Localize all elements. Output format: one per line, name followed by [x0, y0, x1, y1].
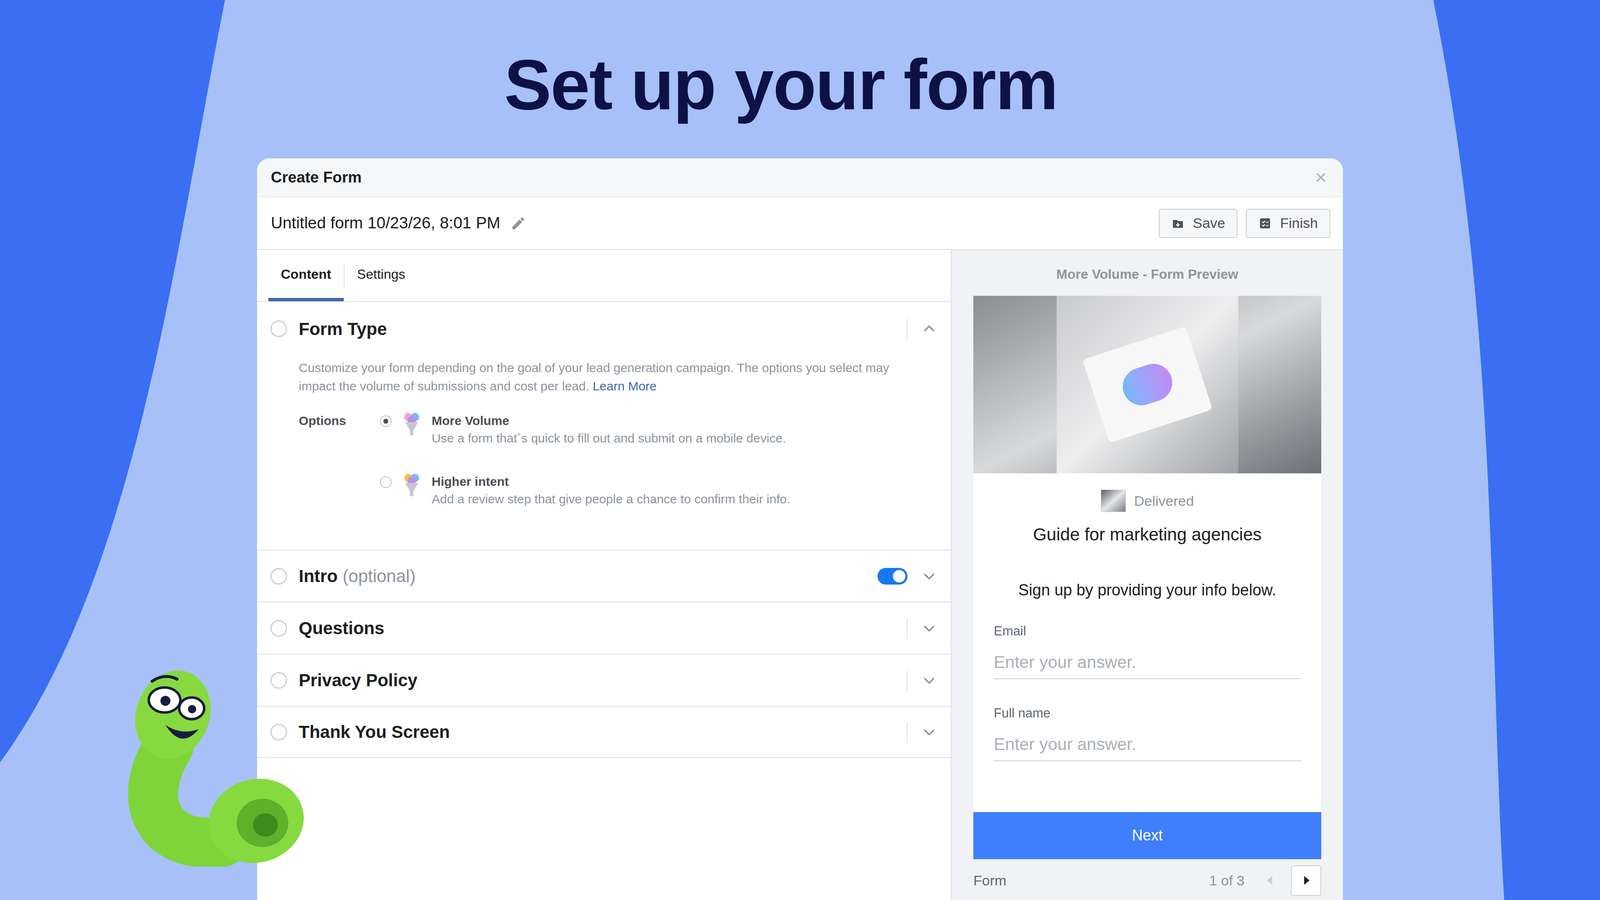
page-counter: 1 of 3: [1209, 870, 1245, 892]
expand-toggle[interactable]: [920, 321, 938, 337]
previous-button[interactable]: [1254, 865, 1285, 896]
previous-arrow-icon: [1264, 875, 1276, 886]
chevron-up-icon: [921, 321, 937, 337]
preview-field[interactable]: Email: [993, 623, 1301, 680]
funnel-icon: [402, 472, 421, 498]
save-button[interactable]: Save: [1158, 208, 1238, 238]
section-status: [270, 567, 288, 585]
tab[interactable]: Settings: [344, 250, 418, 302]
form-type-section: Form TypeCustomize your form depending o…: [257, 302, 951, 550]
options-label: Options: [298, 412, 380, 430]
form-type-option[interactable]: More VolumeUse a form that´s quick to fi…: [380, 412, 791, 448]
preview-field[interactable]: Full name: [993, 705, 1301, 762]
expand-toggle[interactable]: [920, 724, 938, 740]
preview-panel: More Volume - Form Preview Delivered: [950, 250, 1343, 900]
chevron-down-icon: [921, 672, 937, 688]
finish-button[interactable]: Finish: [1245, 208, 1331, 238]
answer-input[interactable]: [993, 733, 1301, 762]
page: Set up your form Create Form × Untitled …: [0, 0, 1600, 900]
option-radio[interactable]: [380, 415, 392, 428]
save-icon: [1171, 216, 1185, 230]
editor-panel: ContentSettings Form TypeCustomize your …: [257, 250, 951, 900]
section-status: [270, 723, 288, 741]
page-heading: Set up your form: [500, 49, 1100, 120]
form-section[interactable]: Thank You Screen: [257, 705, 951, 758]
form-name: Untitled form 10/23/26, 8:01 PM: [270, 210, 501, 236]
section-status: [270, 320, 288, 338]
preview-card: Delivered Guide for marketing agencies S…: [973, 473, 1322, 860]
expand-toggle[interactable]: [920, 672, 938, 688]
form-section[interactable]: Questions: [257, 601, 951, 654]
form-section[interactable]: Intro(optional): [257, 549, 951, 602]
tab-bar: ContentSettings: [257, 250, 951, 303]
tab[interactable]: Content: [268, 250, 344, 302]
funnel-icon: [402, 412, 421, 438]
chevron-down-icon: [921, 724, 937, 740]
form-section[interactable]: Privacy Policy: [257, 653, 951, 706]
chevron-down-icon: [921, 568, 937, 584]
preview-footer: Form 1 of 3: [973, 865, 1322, 896]
next-button[interactable]: Next: [973, 812, 1322, 860]
next-arrow-icon: [1300, 875, 1312, 886]
expand-toggle[interactable]: [920, 568, 938, 584]
title-bar: Create Form ×: [257, 158, 1343, 198]
finish-icon: [1258, 216, 1272, 230]
expand-toggle[interactable]: [920, 620, 938, 636]
section-status: [270, 672, 288, 689]
preview-subtitle: Sign up by providing your info below.: [973, 580, 1322, 600]
pencil-icon[interactable]: [510, 215, 527, 232]
close-button[interactable]: ×: [1312, 167, 1330, 188]
form-name-bar: Untitled form 10/23/26, 8:01 PM SaveFini…: [257, 197, 1343, 250]
option-radio[interactable]: [380, 476, 392, 488]
window-title: Create Form: [270, 165, 362, 190]
mascot-phone-icon: [118, 662, 315, 867]
preview-title: More Volume - Form Preview: [1056, 266, 1239, 282]
chevron-down-icon: [921, 620, 937, 636]
intro-switch[interactable]: [877, 567, 908, 585]
footer-label: Form: [973, 870, 1007, 892]
next-page-button[interactable]: [1290, 865, 1322, 896]
cover-image: [973, 295, 1322, 474]
section-status: [270, 620, 288, 637]
learn-more-link[interactable]: Learn More: [592, 379, 657, 393]
brand-name: Delivered: [1134, 490, 1195, 512]
section-header[interactable]: Form Type: [257, 302, 951, 356]
answer-input[interactable]: [993, 651, 1301, 680]
preview-headline: Guide for marketing agencies: [973, 524, 1322, 545]
create-form-window: Create Form × Untitled form 10/23/26, 8:…: [257, 158, 1343, 900]
form-type-option[interactable]: Higher intentAdd a review step that give…: [380, 472, 791, 508]
brand-logo-icon: [1100, 489, 1126, 513]
